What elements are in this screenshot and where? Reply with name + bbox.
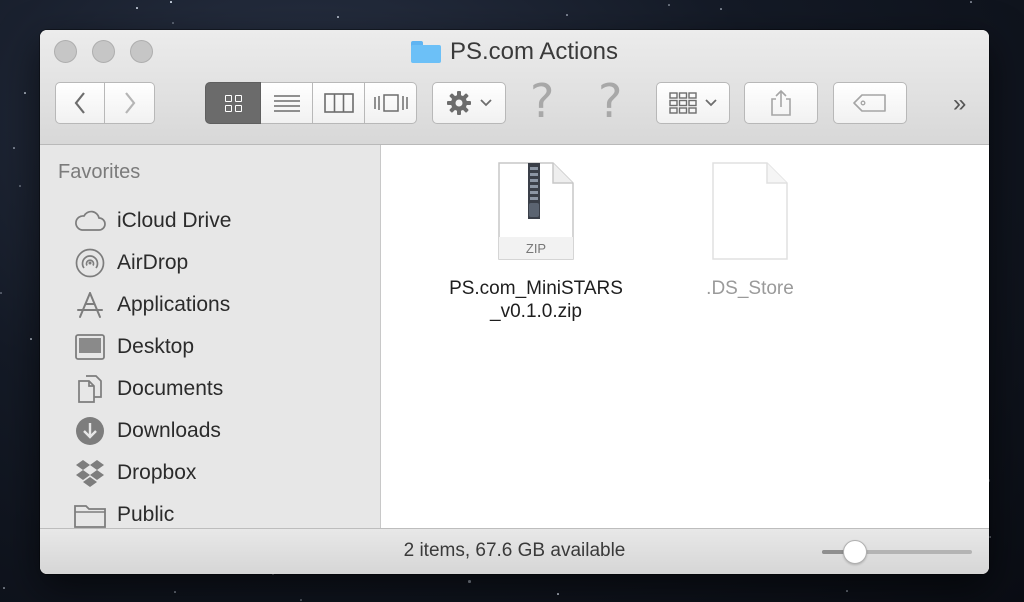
tag-button[interactable] bbox=[833, 82, 907, 124]
file-name-line-2: _v0.1.0.zip bbox=[490, 301, 582, 322]
folder-icon bbox=[74, 499, 106, 531]
desktop-icon bbox=[74, 331, 106, 363]
file-item-ds-store[interactable]: .DS_Store bbox=[637, 161, 863, 300]
action-menu-button[interactable] bbox=[432, 82, 506, 124]
columns-icon bbox=[323, 93, 354, 113]
column-view-button[interactable] bbox=[313, 82, 365, 124]
list-view-button[interactable] bbox=[261, 82, 313, 124]
icon-size-slider-knob[interactable] bbox=[843, 540, 867, 564]
list-icon bbox=[273, 95, 300, 112]
file-name: PS.com_MiniSTARS _v0.1.0.zip bbox=[449, 277, 623, 323]
sidebar-item-label: Documents bbox=[117, 377, 224, 400]
star bbox=[668, 4, 670, 6]
zip-badge: ZIP bbox=[526, 241, 546, 256]
arrange-icon bbox=[669, 92, 697, 114]
sidebar-heading-favorites: Favorites bbox=[58, 161, 141, 183]
arrange-button[interactable] bbox=[656, 82, 730, 124]
star bbox=[0, 292, 2, 294]
window-title: PS.com Actions bbox=[40, 38, 989, 66]
sidebar-item-label: AirDrop bbox=[117, 251, 189, 274]
dropbox-icon bbox=[74, 457, 106, 489]
cover-flow-view-button[interactable] bbox=[365, 82, 417, 124]
sidebar-item-desktop[interactable]: Desktop bbox=[74, 329, 194, 365]
applications-icon bbox=[74, 289, 106, 321]
tag-icon bbox=[853, 94, 886, 112]
unknown-toolbar-item-1[interactable]: ? bbox=[530, 78, 554, 124]
star bbox=[24, 92, 26, 94]
star bbox=[136, 7, 138, 9]
star bbox=[13, 147, 15, 149]
forward-button[interactable] bbox=[105, 82, 155, 124]
finder-window: PS.com Actions ? ? » Favorites iCloud Dr… bbox=[40, 30, 989, 574]
cloud-icon bbox=[74, 205, 106, 237]
star bbox=[720, 8, 722, 10]
folder-icon bbox=[410, 41, 441, 63]
file-browser-area: ZIP PS.com_MiniSTARS _v0.1.0.zip .DS_Sto… bbox=[381, 145, 989, 529]
star bbox=[172, 22, 174, 24]
icon-view-button[interactable] bbox=[205, 82, 261, 124]
chevron-right-icon bbox=[124, 92, 135, 114]
sidebar-item-label: Public bbox=[117, 503, 175, 526]
airdrop-icon bbox=[74, 247, 106, 279]
sidebar-item-dropbox[interactable]: Dropbox bbox=[74, 455, 196, 491]
chevron-down-icon bbox=[705, 99, 717, 107]
star bbox=[566, 14, 568, 16]
star bbox=[970, 1, 972, 3]
sidebar-item-downloads[interactable]: Downloads bbox=[74, 413, 221, 449]
sidebar-item-label: iCloud Drive bbox=[117, 209, 232, 232]
sidebar-item-documents[interactable]: Documents bbox=[74, 371, 223, 407]
star bbox=[989, 536, 991, 538]
coverflow-icon bbox=[373, 94, 408, 112]
document-icon bbox=[712, 162, 788, 260]
star bbox=[846, 590, 848, 592]
chevron-left-icon bbox=[74, 92, 85, 114]
share-icon bbox=[771, 89, 791, 116]
documents-icon bbox=[74, 373, 106, 405]
sidebar-item-icloud-drive[interactable]: iCloud Drive bbox=[74, 203, 231, 239]
grid-icon bbox=[224, 94, 242, 112]
toolbar-overflow-button[interactable]: » bbox=[953, 90, 966, 118]
window-title-text: PS.com Actions bbox=[449, 38, 619, 65]
star bbox=[3, 587, 5, 589]
star bbox=[300, 599, 302, 601]
zip-file-icon: ZIP bbox=[498, 162, 574, 260]
file-name: .DS_Store bbox=[706, 277, 794, 300]
star bbox=[337, 16, 339, 18]
sidebar-item-label: Desktop bbox=[117, 335, 195, 358]
status-bar: 2 items, 67.6 GB available bbox=[40, 528, 989, 574]
share-button[interactable] bbox=[744, 82, 818, 124]
sidebar: Favorites iCloud Drive AirDrop Applicati… bbox=[40, 145, 381, 529]
file-name-line-1: .DS_Store bbox=[706, 278, 794, 299]
star bbox=[468, 580, 471, 583]
gear-icon bbox=[447, 91, 471, 115]
star bbox=[19, 185, 21, 187]
downloads-icon bbox=[74, 415, 106, 447]
sidebar-item-label: Downloads bbox=[117, 419, 221, 442]
star bbox=[557, 593, 559, 595]
sidebar-item-label: Applications bbox=[117, 293, 231, 316]
file-item-zip[interactable]: ZIP PS.com_MiniSTARS _v0.1.0.zip bbox=[401, 161, 671, 323]
star bbox=[30, 338, 32, 340]
sidebar-item-airdrop[interactable]: AirDrop bbox=[74, 245, 188, 281]
file-name-line-1: PS.com_MiniSTARS bbox=[449, 278, 623, 299]
star bbox=[174, 591, 176, 593]
view-mode-selector bbox=[205, 82, 417, 124]
title-bar: PS.com Actions ? ? » bbox=[40, 30, 989, 145]
back-button[interactable] bbox=[55, 82, 105, 124]
navigation-buttons bbox=[55, 82, 155, 124]
unknown-toolbar-item-2[interactable]: ? bbox=[598, 78, 622, 124]
star bbox=[170, 1, 172, 3]
sidebar-item-label: Dropbox bbox=[117, 461, 197, 484]
chevron-down-icon bbox=[480, 99, 492, 107]
sidebar-item-applications[interactable]: Applications bbox=[74, 287, 230, 323]
